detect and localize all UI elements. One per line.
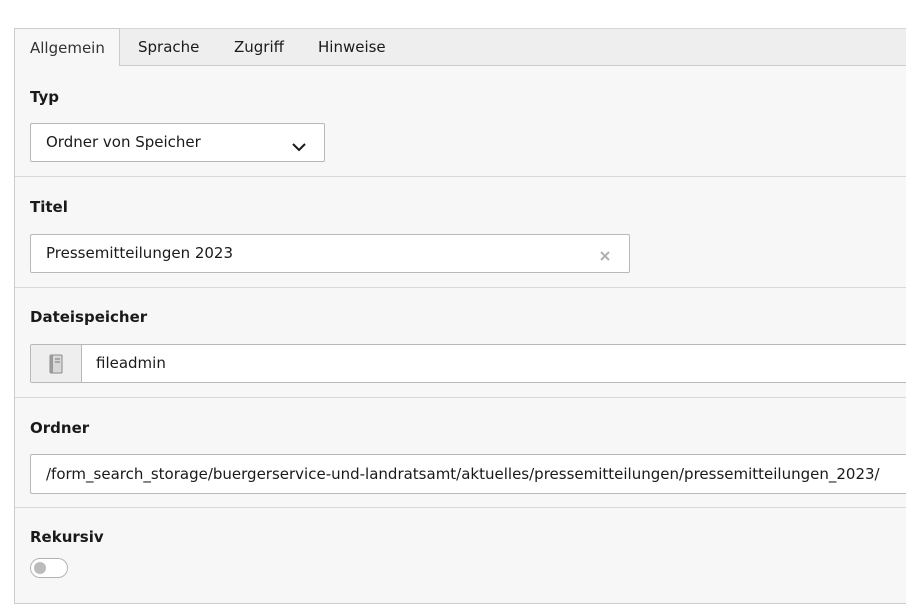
rekursiv-label: Rekursiv [30, 528, 104, 546]
chevron-down-icon [292, 137, 306, 152]
clear-icon[interactable] [599, 247, 611, 261]
tab-panel-allgemein: Typ Ordner von Speicher Titel Pressemitt… [14, 66, 906, 604]
section-divider [15, 176, 906, 177]
titel-input-value: Pressemitteilungen 2023 [46, 244, 234, 262]
rekursiv-toggle[interactable] [30, 558, 68, 578]
dateispeicher-label: Dateispeicher [30, 308, 148, 326]
ordner-input[interactable]: /form_search_storage/buergerservice-und-… [30, 454, 906, 494]
dateispeicher-field[interactable]: fileadmin [30, 344, 906, 383]
ordner-label: Ordner [30, 419, 90, 437]
section-divider [15, 507, 906, 508]
tab-allgemein[interactable]: Allgemein [14, 28, 120, 67]
typ-label: Typ [30, 88, 59, 106]
section-divider [15, 397, 906, 398]
tab-zugriff[interactable]: Zugriff [234, 28, 284, 66]
typ-select[interactable]: Ordner von Speicher [30, 123, 325, 162]
storage-addon [31, 345, 82, 382]
dateispeicher-value: fileadmin [96, 354, 166, 372]
section-divider [15, 287, 906, 288]
titel-input[interactable]: Pressemitteilungen 2023 [30, 234, 630, 273]
tab-bar: Allgemein Sprache Zugriff Hinweise [14, 28, 906, 67]
tab-hinweise[interactable]: Hinweise [318, 28, 386, 66]
titel-label: Titel [30, 198, 68, 216]
storage-icon [49, 354, 63, 374]
toggle-knob [34, 562, 46, 574]
tab-sprache[interactable]: Sprache [138, 28, 199, 66]
typ-selected-value: Ordner von Speicher [46, 133, 201, 151]
ordner-input-value: /form_search_storage/buergerservice-und-… [46, 465, 880, 483]
